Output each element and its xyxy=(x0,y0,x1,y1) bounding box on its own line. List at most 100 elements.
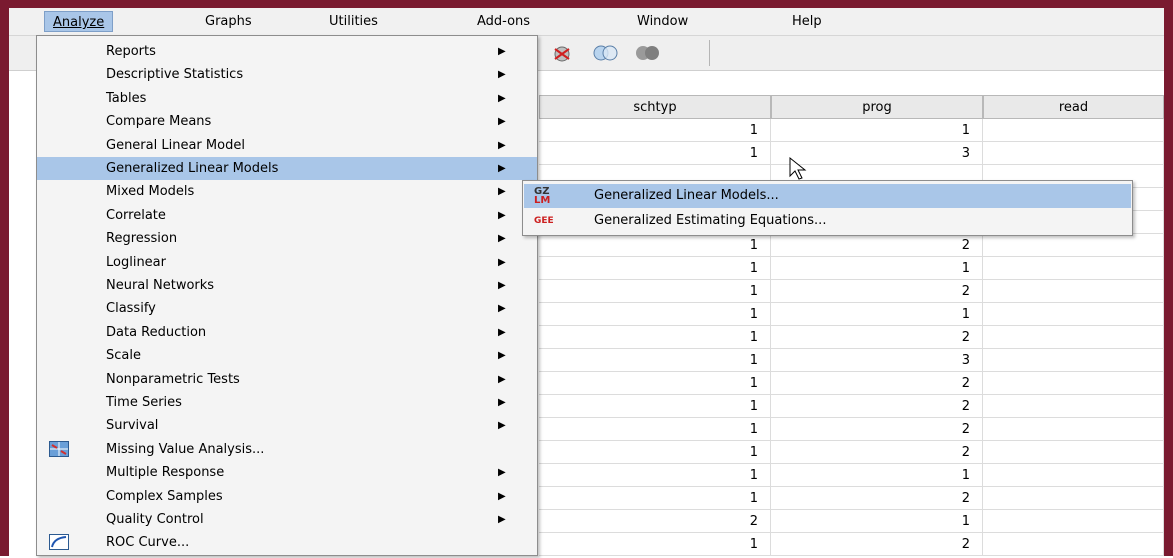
table-cell[interactable]: 1 xyxy=(539,349,771,372)
menu-utilities[interactable]: Utilities xyxy=(321,11,386,32)
table-cell[interactable]: 1 xyxy=(539,418,771,441)
table-cell[interactable] xyxy=(983,303,1164,326)
menu-item-label: Regression xyxy=(106,231,178,247)
menu-item-correlate[interactable]: Correlate ▶ xyxy=(37,204,537,227)
table-cell[interactable] xyxy=(983,372,1164,395)
submenu-arrow-icon: ▶ xyxy=(498,420,506,432)
table-cell[interactable]: 2 xyxy=(771,533,983,556)
table-cell[interactable]: 2 xyxy=(771,395,983,418)
menu-help[interactable]: Help xyxy=(784,11,830,32)
menu-item-nonparametric-tests[interactable]: Nonparametric Tests ▶ xyxy=(37,368,537,391)
table-cell[interactable] xyxy=(983,441,1164,464)
table-cell[interactable]: 2 xyxy=(771,234,983,257)
submenu-arrow-icon: ▶ xyxy=(498,92,506,104)
table-cell[interactable]: 2 xyxy=(771,441,983,464)
table-cell[interactable]: 1 xyxy=(771,510,983,533)
table-cell[interactable] xyxy=(983,142,1164,165)
menu-item-regression[interactable]: Regression ▶ xyxy=(37,227,537,250)
table-cell[interactable]: 1 xyxy=(539,119,771,142)
menu-item-time-series[interactable]: Time Series ▶ xyxy=(37,391,537,414)
table-cell[interactable] xyxy=(983,349,1164,372)
table-cell[interactable]: 1 xyxy=(539,280,771,303)
submenu-item-generalized-linear-models[interactable]: GZ LM Generalized Linear Models... xyxy=(524,184,1131,208)
venn-select-icon[interactable] xyxy=(547,40,581,66)
table-cell[interactable]: 2 xyxy=(539,510,771,533)
table-cell[interactable]: 2 xyxy=(771,418,983,441)
submenu-arrow-icon: ▶ xyxy=(498,397,506,408)
submenu-arrow-icon: ▶ xyxy=(498,326,506,338)
menu-item-general-linear-model[interactable]: General Linear Model ▶ xyxy=(37,134,537,157)
missing-value-grid-icon xyxy=(49,440,69,457)
table-cell[interactable]: 1 xyxy=(539,441,771,464)
menu-item-generalized-linear-models[interactable]: Generalized Linear Models ▶ xyxy=(37,157,537,180)
table-cell[interactable] xyxy=(983,326,1164,349)
table-cell[interactable] xyxy=(983,257,1164,280)
menu-item-survival[interactable]: Survival ▶ xyxy=(37,414,537,437)
table-cell[interactable]: 1 xyxy=(539,372,771,395)
table-cell[interactable]: 1 xyxy=(771,119,983,142)
menu-item-label: Loglinear xyxy=(106,254,166,270)
mouse-cursor-icon xyxy=(789,156,807,180)
table-cell[interactable] xyxy=(983,487,1164,510)
table-cell[interactable]: 1 xyxy=(771,257,983,280)
submenu-item-generalized-estimating-equations[interactable]: GEE Generalized Estimating Equations... xyxy=(524,209,1131,233)
menu-item-classify[interactable]: Classify ▶ xyxy=(37,297,537,320)
menu-item-label: Missing Value Analysis... xyxy=(106,441,265,457)
column-header-read[interactable]: read xyxy=(983,95,1164,119)
table-cell[interactable]: 1 xyxy=(539,303,771,326)
menu-item-multiple-response[interactable]: Multiple Response ▶ xyxy=(37,461,537,484)
table-cell[interactable]: 2 xyxy=(771,280,983,303)
venn-gray-icon[interactable] xyxy=(631,40,665,66)
menu-item-roc-curve[interactable]: ROC Curve... xyxy=(37,531,537,554)
menu-window[interactable]: Window xyxy=(629,11,696,32)
menu-item-complex-samples[interactable]: Complex Samples ▶ xyxy=(37,485,537,508)
menu-analyze[interactable]: Analyze xyxy=(44,11,114,32)
table-cell[interactable]: 1 xyxy=(539,234,771,257)
table-cell[interactable]: 2 xyxy=(771,372,983,395)
menu-item-label: Classify xyxy=(106,301,156,317)
table-cell[interactable]: 1 xyxy=(539,142,771,165)
table-cell[interactable]: 1 xyxy=(539,257,771,280)
table-cell[interactable]: 1 xyxy=(771,303,983,326)
menu-item-descriptive-statistics[interactable]: Descriptive Statistics ▶ xyxy=(37,63,537,86)
table-cell[interactable]: 2 xyxy=(771,487,983,510)
column-header-schtyp[interactable]: schtyp xyxy=(539,95,771,119)
menu-graphs[interactable]: Graphs xyxy=(197,11,260,32)
table-cell[interactable] xyxy=(983,464,1164,487)
table-cell[interactable]: 1 xyxy=(539,464,771,487)
table-cell[interactable] xyxy=(983,119,1164,142)
menu-item-missing-value-analysis[interactable]: Missing Value Analysis... xyxy=(37,438,537,461)
menu-item-neural-networks[interactable]: Neural Networks ▶ xyxy=(37,274,537,297)
table-cell[interactable]: 1 xyxy=(771,464,983,487)
menu-item-label: Compare Means xyxy=(106,114,212,130)
menu-add-ons[interactable]: Add-ons xyxy=(469,11,538,32)
submenu-arrow-icon: ▶ xyxy=(498,280,506,291)
menu-item-mixed-models[interactable]: Mixed Models ▶ xyxy=(37,180,537,203)
table-cell[interactable] xyxy=(983,395,1164,418)
submenu-arrow-icon: ▶ xyxy=(498,69,506,81)
menu-item-data-reduction[interactable]: Data Reduction ▶ xyxy=(37,321,537,344)
table-cell[interactable]: 1 xyxy=(539,395,771,418)
menu-item-quality-control[interactable]: Quality Control ▶ xyxy=(37,508,537,531)
table-cell[interactable]: 1 xyxy=(539,326,771,349)
table-cell[interactable] xyxy=(983,234,1164,257)
menu-item-compare-means[interactable]: Compare Means ▶ xyxy=(37,110,537,133)
venn-overlap-icon[interactable] xyxy=(589,40,623,66)
table-cell[interactable]: 1 xyxy=(539,533,771,556)
submenu-arrow-icon: ▶ xyxy=(498,116,506,128)
menu-item-scale[interactable]: Scale ▶ xyxy=(37,344,537,367)
menu-item-label: Data Reduction xyxy=(106,324,207,340)
column-header-prog[interactable]: prog xyxy=(771,95,983,119)
generalized-linear-models-submenu: GZ LM Generalized Linear Models... GEE G… xyxy=(522,180,1133,236)
table-cell[interactable] xyxy=(983,510,1164,533)
menu-item-tables[interactable]: Tables ▶ xyxy=(37,87,537,110)
table-cell[interactable]: 3 xyxy=(771,349,983,372)
menu-item-loglinear[interactable]: Loglinear ▶ xyxy=(37,251,537,274)
table-cell[interactable] xyxy=(983,418,1164,441)
menu-bar: Analyze Graphs Utilities Add-ons Window … xyxy=(9,8,1164,36)
table-cell[interactable]: 2 xyxy=(771,326,983,349)
table-cell[interactable] xyxy=(983,280,1164,303)
table-cell[interactable] xyxy=(983,533,1164,556)
table-cell[interactable]: 1 xyxy=(539,487,771,510)
menu-item-reports[interactable]: Reports ▶ xyxy=(37,40,537,63)
